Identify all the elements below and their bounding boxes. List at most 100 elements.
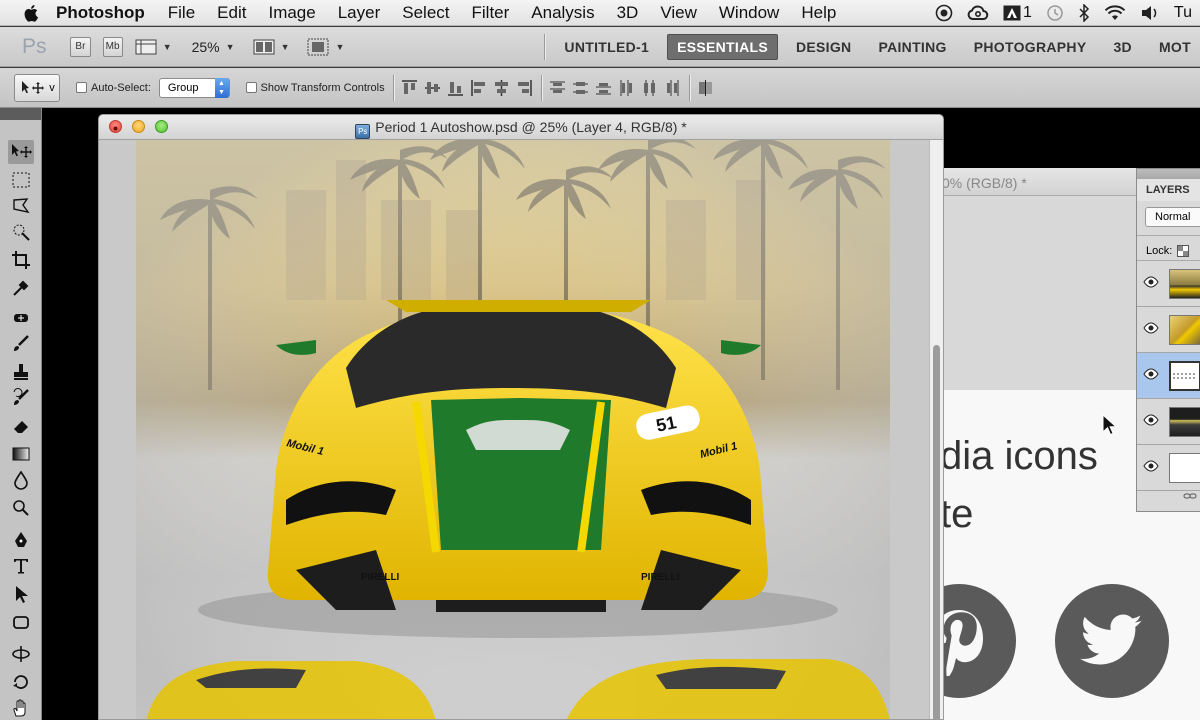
show-transform-controls-checkbox[interactable]: [245, 82, 257, 93]
distribute-top-edges-icon[interactable]: [549, 79, 566, 97]
align-bottom-edges-icon[interactable]: [447, 79, 464, 97]
document-window[interactable]: Ps Period 1 Autoshow.psd @ 25% (Layer 4, …: [98, 114, 944, 720]
time-machine-icon[interactable]: [1046, 4, 1064, 22]
tyre-brand-decal-left: PIRELLI: [361, 572, 400, 583]
auto-select-target-select[interactable]: Group ▲ ▼: [158, 77, 230, 98]
align-horizontal-centers-icon[interactable]: [493, 79, 510, 97]
arrange-documents-dropdown[interactable]: ▼: [253, 38, 289, 56]
workspace-essentials[interactable]: ESSENTIALS: [667, 33, 778, 60]
layer-row-selected[interactable]: [1137, 353, 1200, 399]
workspace-untitled-1[interactable]: UNTITLED-1: [555, 35, 658, 59]
marquee-tool-icon[interactable]: [8, 168, 34, 192]
apple-icon[interactable]: [22, 3, 42, 23]
3d-orbit-tool-icon[interactable]: [8, 670, 34, 694]
align-vertical-centers-icon[interactable]: [424, 79, 441, 97]
menu-file[interactable]: File: [168, 3, 195, 23]
visibility-eye-icon[interactable]: [1143, 414, 1159, 426]
tyre-brand-decal-right: PIRELLI: [641, 572, 680, 583]
tool-preset-picker[interactable]: v: [14, 73, 60, 102]
eyedropper-tool-icon[interactable]: [8, 276, 34, 300]
arrange-documents-icon: [253, 39, 275, 54]
workspace-photography[interactable]: PHOTOGRAPHY: [965, 35, 1096, 59]
panel-grip[interactable]: [0, 108, 41, 120]
distribute-left-edges-icon[interactable]: [618, 79, 635, 97]
menu-clock[interactable]: Tu: [1174, 4, 1192, 22]
document-canvas-artwork[interactable]: 51 Mobil 1 Mobil 1 PIRELLI PIRELLI: [136, 140, 890, 720]
blur-tool-icon[interactable]: [8, 468, 34, 492]
workspace-design[interactable]: DESIGN: [787, 35, 860, 59]
history-brush-tool-icon[interactable]: [8, 386, 34, 410]
workspace-motion[interactable]: MOT: [1150, 35, 1200, 59]
creative-cloud-icon[interactable]: [967, 5, 989, 21]
workspace-painting[interactable]: PAINTING: [869, 35, 955, 59]
lasso-tool-icon[interactable]: [8, 194, 34, 218]
auto-align-layers-icon[interactable]: [697, 79, 714, 97]
visibility-eye-icon[interactable]: [1143, 322, 1159, 334]
wifi-icon[interactable]: [1104, 5, 1126, 21]
menu-edit[interactable]: Edit: [217, 3, 246, 23]
zoom-level-dropdown[interactable]: 25% ▼: [172, 39, 235, 55]
eraser-tool-icon[interactable]: [8, 414, 34, 438]
align-left-edges-icon[interactable]: [470, 79, 487, 97]
gradient-tool-icon[interactable]: [8, 442, 34, 466]
layers-tab[interactable]: LAYERS: [1137, 179, 1200, 201]
menu-app-name[interactable]: Photoshop: [56, 3, 145, 23]
move-tool-icon[interactable]: [8, 140, 34, 164]
pen-tool-icon[interactable]: [8, 528, 34, 552]
healing-brush-tool-icon[interactable]: [8, 306, 34, 330]
menu-window[interactable]: Window: [719, 3, 779, 23]
panel-header-bar[interactable]: [1137, 169, 1200, 179]
screen-mode-icon: [307, 38, 329, 55]
distribute-bottom-edges-icon[interactable]: [595, 79, 612, 97]
bluetooth-icon[interactable]: [1078, 4, 1090, 22]
type-tool-icon[interactable]: [8, 554, 34, 578]
distribute-horizontal-centers-icon[interactable]: [641, 79, 658, 97]
menu-view[interactable]: View: [660, 3, 697, 23]
shape-tool-icon[interactable]: [8, 610, 34, 634]
link-layers-icon[interactable]: [1137, 491, 1200, 505]
menu-select[interactable]: Select: [402, 3, 449, 23]
layer-row[interactable]: [1137, 399, 1200, 445]
lock-transparent-pixels-icon[interactable]: [1177, 245, 1190, 257]
launch-mini-bridge-button[interactable]: Mb: [102, 36, 123, 57]
brush-tool-icon[interactable]: [8, 332, 34, 356]
align-top-edges-icon[interactable]: [401, 79, 418, 97]
menu-layer[interactable]: Layer: [338, 3, 381, 23]
menu-image[interactable]: Image: [268, 3, 315, 23]
align-right-edges-icon[interactable]: [516, 79, 533, 97]
screen-mode-dropdown[interactable]: ▼: [307, 38, 344, 56]
clone-stamp-tool-icon[interactable]: [8, 360, 34, 384]
distribute-vertical-centers-icon[interactable]: [572, 79, 589, 97]
visibility-eye-icon[interactable]: [1143, 276, 1159, 288]
twitter-icon: [1055, 584, 1169, 698]
distribute-right-edges-icon[interactable]: [664, 79, 681, 97]
layer-row[interactable]: [1137, 307, 1200, 353]
document-vertical-scrollbar[interactable]: [929, 140, 943, 719]
menu-bar: Photoshop File Edit Image Layer Select F…: [0, 0, 1200, 26]
menu-filter[interactable]: Filter: [472, 3, 510, 23]
menu-help[interactable]: Help: [801, 3, 836, 23]
layer-row[interactable]: [1137, 445, 1200, 491]
launch-bridge-button[interactable]: Br: [70, 36, 91, 57]
workspace-3d[interactable]: 3D: [1104, 35, 1141, 59]
auto-select-target-value: Group: [167, 81, 199, 94]
view-extras-dropdown[interactable]: ▼: [135, 38, 172, 56]
document-titlebar[interactable]: Ps Period 1 Autoshow.psd @ 25% (Layer 4, …: [99, 115, 943, 140]
scrollbar-thumb[interactable]: [933, 345, 940, 719]
dodge-tool-icon[interactable]: [8, 496, 34, 520]
blend-mode-select[interactable]: Normal: [1145, 207, 1200, 227]
crop-tool-icon[interactable]: [8, 248, 34, 272]
adobe-application-manager[interactable]: 1: [1003, 4, 1032, 22]
volume-icon[interactable]: [1140, 5, 1160, 21]
hand-tool-icon[interactable]: [8, 696, 34, 720]
3d-rotate-tool-icon[interactable]: [8, 642, 34, 666]
auto-select-checkbox[interactable]: [76, 82, 87, 93]
menu-3d[interactable]: 3D: [617, 3, 639, 23]
visibility-eye-icon[interactable]: [1143, 460, 1159, 472]
menu-analysis[interactable]: Analysis: [531, 3, 594, 23]
layer-row[interactable]: [1137, 261, 1200, 307]
path-selection-tool-icon[interactable]: [8, 582, 34, 606]
quick-selection-tool-icon[interactable]: [8, 220, 34, 244]
visibility-eye-icon[interactable]: [1143, 368, 1159, 380]
record-icon[interactable]: [935, 4, 953, 22]
